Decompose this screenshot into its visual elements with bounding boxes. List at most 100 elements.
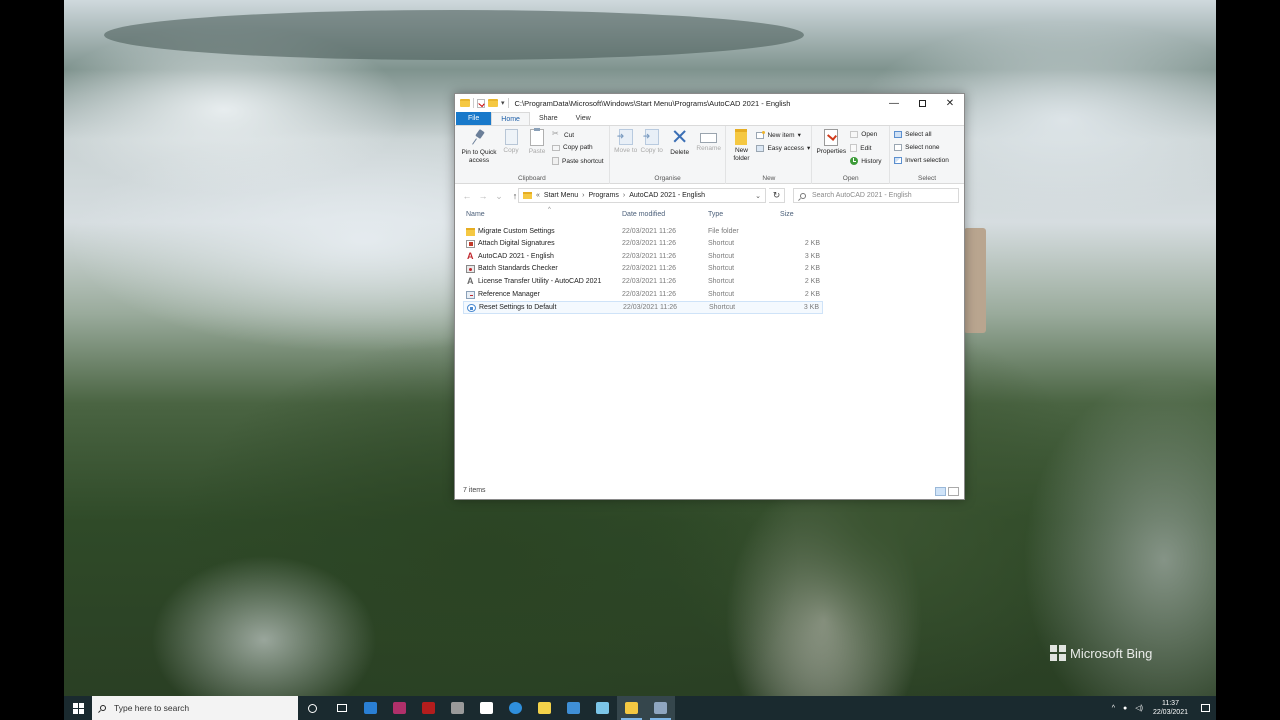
file-size: 2 KB xyxy=(804,277,820,285)
pin-to-quick-access-button[interactable]: Pin to Quick access xyxy=(458,129,500,164)
taskbar-app-notes[interactable] xyxy=(588,696,617,720)
properties-icon[interactable] xyxy=(477,98,485,108)
move-to-button[interactable]: Move to xyxy=(614,129,638,155)
action-center-button[interactable] xyxy=(1194,696,1216,720)
file-type: Shortcut xyxy=(709,304,736,312)
taskbar-app-filezilla[interactable] xyxy=(414,696,443,720)
paste-label: Paste xyxy=(528,148,546,155)
tab-home[interactable]: Home xyxy=(491,112,530,125)
paste-shortcut-button[interactable]: Paste shortcut xyxy=(552,157,604,165)
copy-path-label: Copy path xyxy=(563,144,593,151)
taskbar-app-autocad-setup[interactable] xyxy=(646,696,675,720)
breadcrumb-overflow[interactable]: « xyxy=(536,192,540,199)
file-type: Shortcut xyxy=(708,265,735,273)
task-view-button[interactable] xyxy=(327,696,356,720)
forward-arrow-icon[interactable]: → xyxy=(477,191,489,201)
taskbar-app-edge[interactable] xyxy=(501,696,530,720)
file-row[interactable]: Attach Digital Signatures 22/03/2021 11:… xyxy=(463,238,823,251)
file-name: AutoCAD 2021 - English xyxy=(478,252,554,260)
file-row[interactable]: Reset Settings to Default 22/03/2021 11:… xyxy=(463,301,823,314)
chevron-right-icon[interactable]: › xyxy=(623,192,625,199)
breadcrumb-programs[interactable]: Programs xyxy=(589,192,619,199)
recent-locations-icon[interactable]: ⌄ xyxy=(493,191,505,202)
new-folder-button[interactable]: New folder xyxy=(729,129,753,162)
new-folder-icon[interactable] xyxy=(488,99,498,107)
details-view-icon[interactable] xyxy=(935,487,946,496)
close-button[interactable]: ✕ xyxy=(936,94,964,112)
properties-button[interactable]: Properties xyxy=(814,129,848,156)
cortana-button[interactable] xyxy=(298,696,327,720)
taskbar-app-file-explorer[interactable] xyxy=(617,696,646,720)
invert-selection-button[interactable]: Invert selection xyxy=(894,157,949,164)
show-hidden-icons-icon[interactable]: ^ xyxy=(1108,705,1119,712)
file-name: Reference Manager xyxy=(478,290,540,298)
taskbar-app-control-panel[interactable] xyxy=(559,696,588,720)
refresh-button[interactable]: ↻ xyxy=(769,188,785,203)
chevron-down-icon[interactable]: ⌄ xyxy=(751,189,765,202)
column-header-size[interactable]: Size xyxy=(780,208,794,222)
quick-access-toolbar: ▾ xyxy=(455,98,509,108)
taskbar-search-box[interactable]: Type here to search xyxy=(92,696,298,720)
column-header-type[interactable]: Type xyxy=(708,208,723,222)
file-row[interactable]: License Transfer Utility - AutoCAD 2021 … xyxy=(463,275,823,289)
paste-button[interactable]: Paste xyxy=(526,128,548,156)
copy-icon xyxy=(504,129,518,145)
customize-qat-icon[interactable]: ▾ xyxy=(501,99,505,107)
ribbon: Pin to Quick access Copy Paste Cut Copy … xyxy=(455,126,964,184)
breadcrumb-start-menu[interactable]: Start Menu xyxy=(544,192,578,199)
search-box[interactable]: Search AutoCAD 2021 - English xyxy=(793,188,959,203)
title-bar[interactable]: ▾ C:\ProgramData\Microsoft\Windows\Start… xyxy=(455,94,964,112)
file-type: File folder xyxy=(708,227,739,235)
back-arrow-icon[interactable]: ← xyxy=(461,191,473,201)
file-explorer-window: ▾ C:\ProgramData\Microsoft\Windows\Start… xyxy=(454,93,965,500)
cut-button[interactable]: Cut xyxy=(552,129,574,139)
start-button[interactable] xyxy=(64,696,92,720)
select-none-button[interactable]: Select none xyxy=(894,144,939,151)
chevron-right-icon[interactable]: › xyxy=(582,192,584,199)
open-button[interactable]: Open xyxy=(850,131,877,138)
volume-icon[interactable]: ◁) xyxy=(1131,704,1147,712)
file-row[interactable]: Migrate Custom Settings 22/03/2021 11:26… xyxy=(463,226,823,239)
history-label: History xyxy=(861,157,882,165)
pin-label: Pin to Quick access xyxy=(461,149,497,164)
copy-path-icon xyxy=(552,144,560,151)
copy-path-button[interactable]: Copy path xyxy=(552,144,593,151)
large-icons-view-icon[interactable] xyxy=(948,487,959,496)
breadcrumb-autocad[interactable]: AutoCAD 2021 - English xyxy=(629,192,705,199)
rename-button[interactable]: Rename xyxy=(695,129,723,153)
tab-file[interactable]: File xyxy=(456,112,492,125)
taskbar-app-virtual-machine[interactable] xyxy=(443,696,472,720)
column-header-name[interactable]: Name ^ xyxy=(466,207,551,222)
maximize-button[interactable] xyxy=(908,94,936,112)
minimize-button[interactable]: — xyxy=(880,94,908,112)
task-view-icon xyxy=(336,704,347,712)
file-row[interactable]: Reference Manager 22/03/2021 11:26 Short… xyxy=(463,289,823,302)
copy-button[interactable]: Copy xyxy=(501,129,521,155)
bing-watermark: Microsoft Bing xyxy=(1050,645,1152,661)
address-bar[interactable]: « Start Menu › Programs › AutoCAD 2021 -… xyxy=(518,188,766,203)
copy-label: Copy xyxy=(503,147,519,154)
column-header-date[interactable]: Date modified xyxy=(622,208,665,222)
file-row[interactable]: Batch Standards Checker 22/03/2021 11:26… xyxy=(463,263,823,276)
open-group: Properties Open Edit History Open xyxy=(812,126,891,184)
history-button[interactable]: History xyxy=(850,157,882,165)
tab-share[interactable]: Share xyxy=(530,112,567,125)
file-row[interactable]: AutoCAD 2021 - English 22/03/2021 11:26 … xyxy=(463,250,823,264)
virtual-machine-icon xyxy=(451,702,464,714)
microphone-icon[interactable]: ● xyxy=(1119,705,1131,712)
easy-access-button[interactable]: Easy access ▾ xyxy=(756,144,810,152)
delete-button[interactable]: ✕ Delete xyxy=(667,127,693,157)
taskbar-app-wordpad[interactable] xyxy=(472,696,501,720)
file-date: 22/03/2021 11:26 xyxy=(622,290,676,298)
file-date: 22/03/2021 11:26 xyxy=(622,277,676,285)
file-type: Shortcut xyxy=(708,290,735,298)
taskbar-app-mail[interactable] xyxy=(356,696,385,720)
clock[interactable]: 11:37 22/03/2021 xyxy=(1147,699,1194,717)
edit-button[interactable]: Edit xyxy=(850,144,872,152)
copy-to-button[interactable]: Copy to xyxy=(640,129,664,155)
select-all-button[interactable]: Select all xyxy=(894,131,932,138)
new-item-button[interactable]: New item ▾ xyxy=(756,130,801,139)
taskbar-app-sticky-notes[interactable] xyxy=(530,696,559,720)
tab-view[interactable]: View xyxy=(567,112,600,125)
taskbar-app-media-player[interactable] xyxy=(385,696,414,720)
